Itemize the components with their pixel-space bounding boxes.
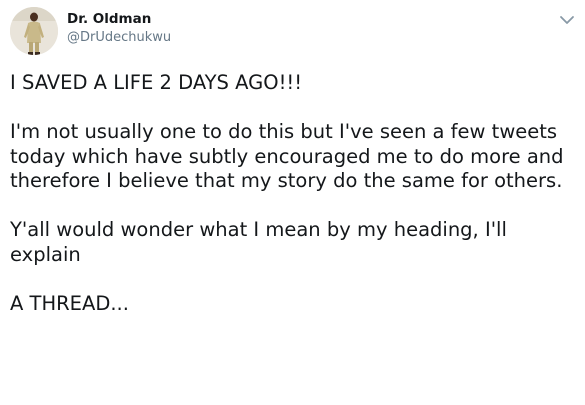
tweet-paragraph-intro: I'm not usually one to do this but I've …	[10, 120, 570, 192]
avatar[interactable]	[10, 7, 58, 55]
tweet-paragraph-headline: I SAVED A LIFE 2 DAYS AGO!!!	[10, 71, 303, 94]
tweet-text: I SAVED A LIFE 2 DAYS AGO!!! I'm not usu…	[10, 71, 575, 316]
user-handle[interactable]: @DrUdechukwu	[67, 30, 171, 45]
display-name[interactable]: Dr. Oldman	[67, 11, 151, 27]
chevron-down-icon[interactable]	[558, 12, 576, 26]
tweet-paragraph-explain: Y'all would wonder what I mean by my hea…	[10, 218, 514, 266]
tweet-paragraph-thread: A THREAD...	[10, 291, 129, 315]
profile-photo-icon	[10, 7, 58, 55]
tweet-card: Dr. Oldman @DrUdechukwu I SAVED A LIFE 2…	[0, 0, 585, 405]
